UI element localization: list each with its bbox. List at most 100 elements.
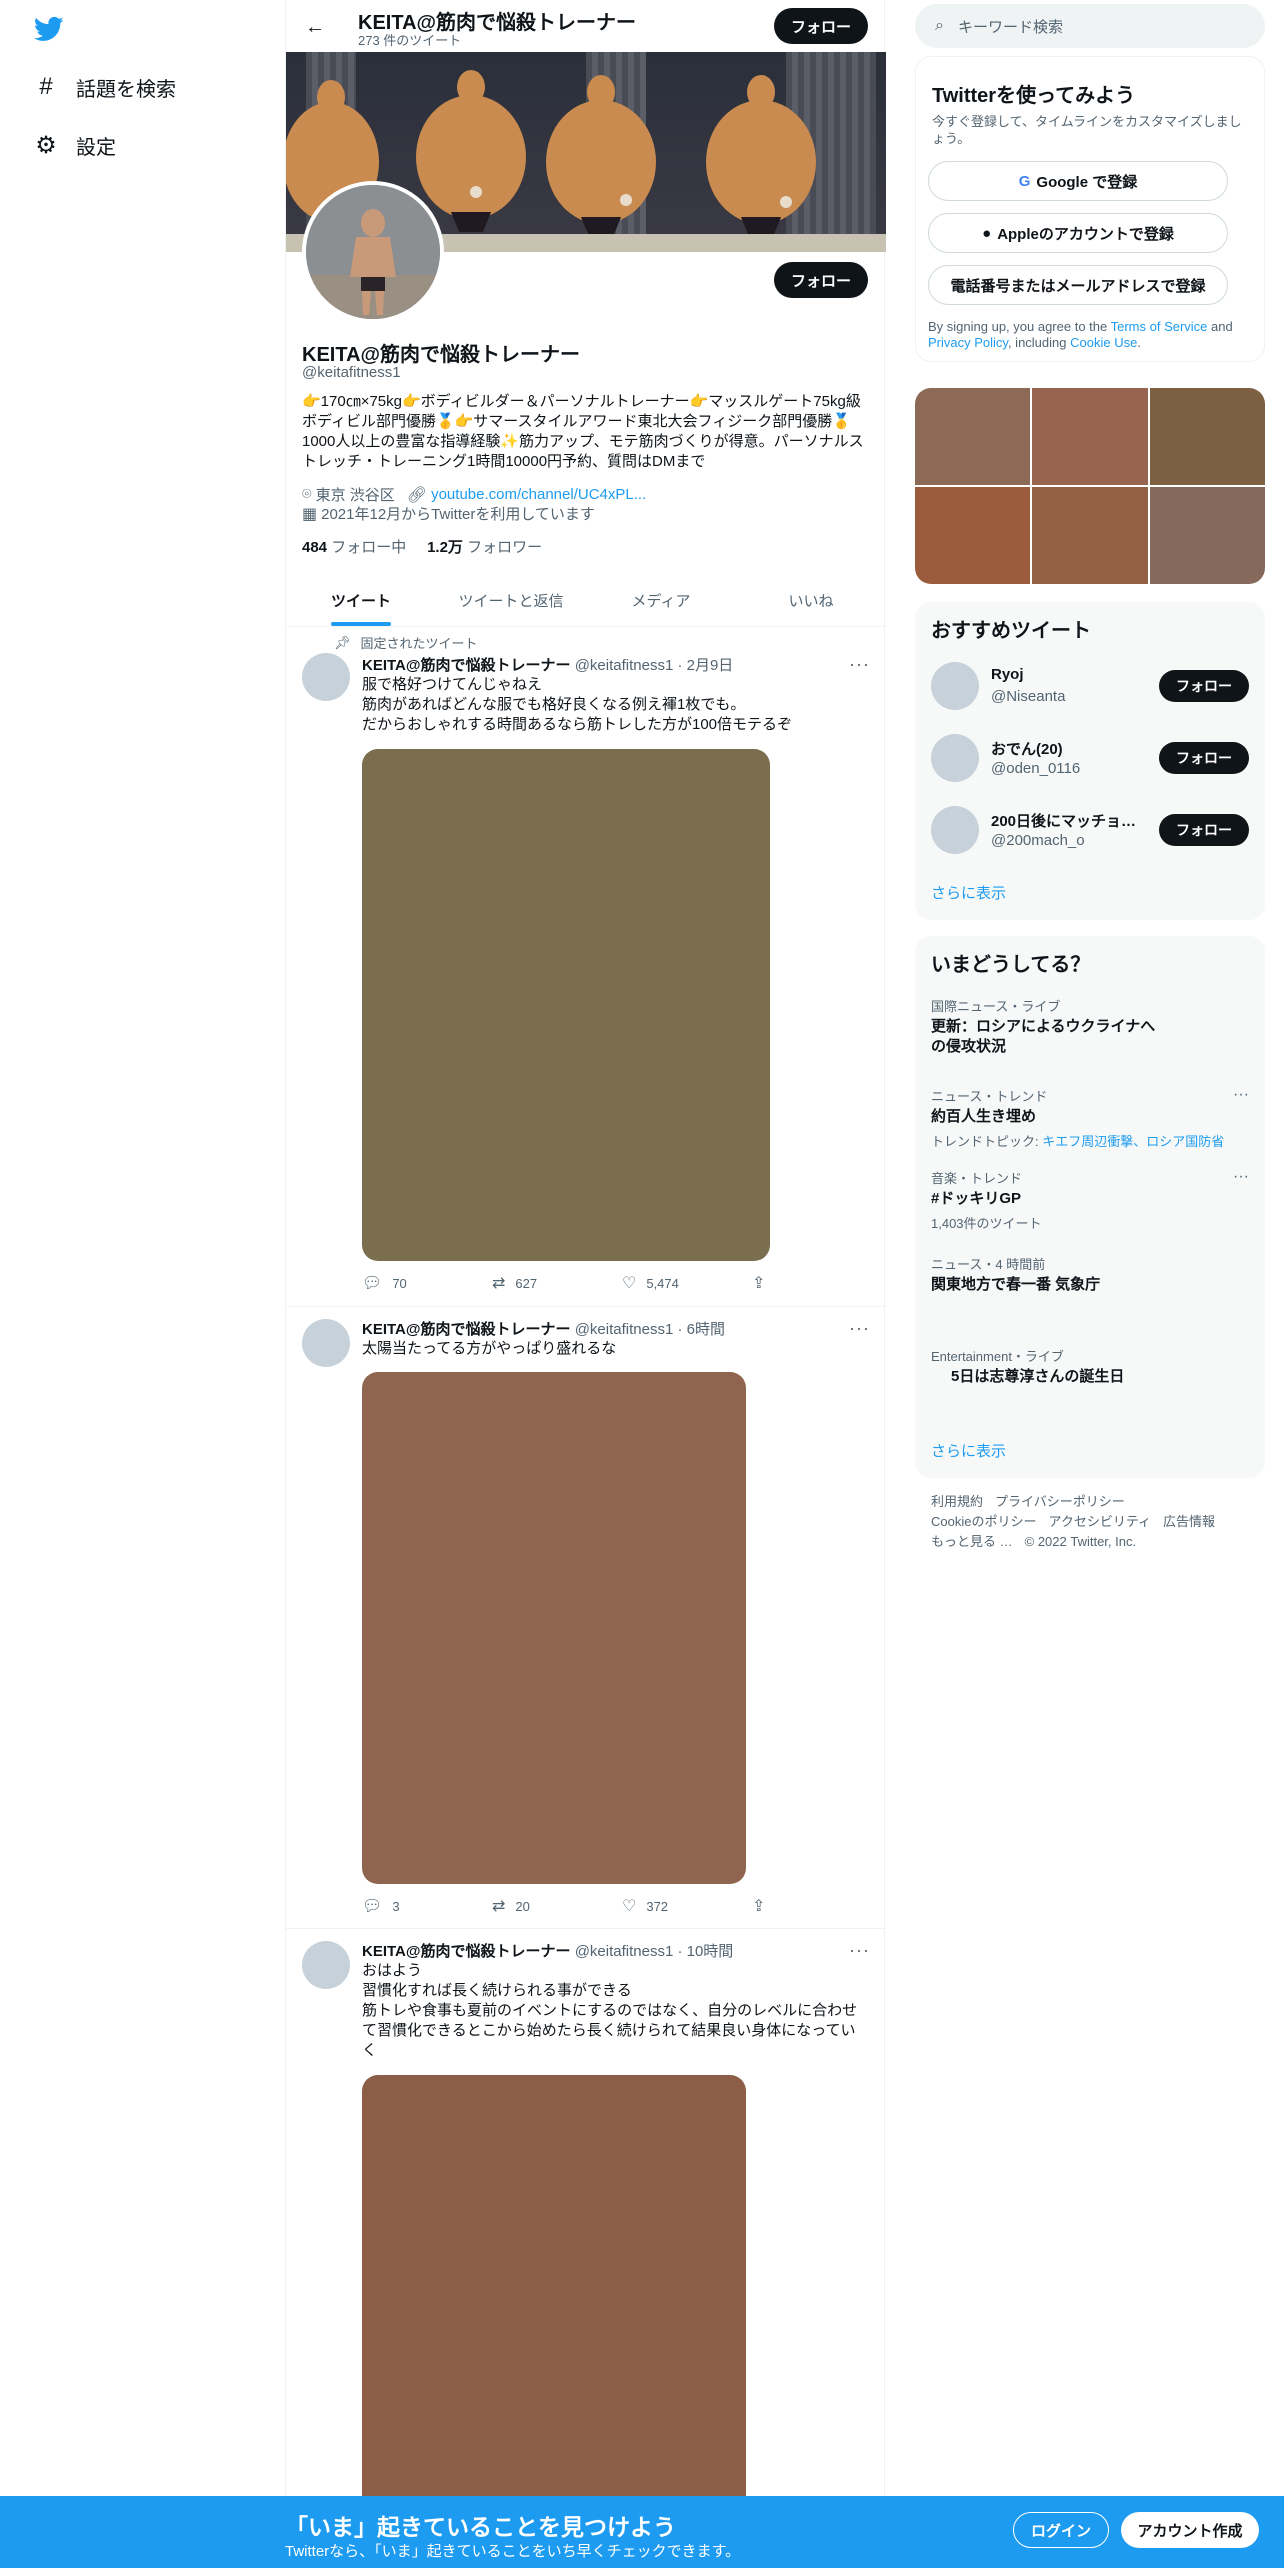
tweet-author[interactable]: KEITA@筋肉で悩殺トレーナー — [362, 1321, 571, 1338]
gear-icon: ⚙ — [35, 131, 57, 159]
create-account-button[interactable]: アカウント作成 — [1121, 2512, 1259, 2548]
nav-explore[interactable]: # 話題を検索 — [32, 67, 176, 107]
pinned-label: 📌︎ 固定されたツイート — [334, 634, 478, 652]
avatar[interactable] — [931, 806, 979, 854]
recommended-user[interactable]: おでん(20) @oden_0116 フォロー — [931, 730, 1249, 786]
retweet-button[interactable]: ⇄ 627 — [492, 1273, 622, 1293]
cookie-link[interactable]: Cookie Use — [1070, 335, 1137, 350]
share-button[interactable]: ⇪ — [752, 1273, 782, 1293]
footer-link[interactable]: 広告情報 — [1163, 1514, 1215, 1529]
recommended-title: おすすめツイート — [931, 620, 1091, 642]
search-input[interactable]: ⌕ キーワード検索 — [915, 4, 1265, 48]
retweet-button[interactable]: ⇄ 20 — [492, 1896, 622, 1916]
tab-likes[interactable]: いいね — [736, 574, 886, 626]
recommended-user[interactable]: Ryoj @Niseanta フォロー — [931, 658, 1249, 714]
share-button[interactable]: ⇪ — [752, 1896, 782, 1916]
more-icon[interactable]: ··· — [849, 1318, 870, 1339]
header-follow-button[interactable]: フォロー — [774, 8, 868, 44]
footer-links: 利用規約 プライバシーポリシー Cookieのポリシー アクセシビリティ 広告情報 も… — [931, 1492, 1261, 1552]
header-tweet-count: 273 件のツイート — [358, 33, 462, 48]
media-thumb[interactable] — [1032, 487, 1148, 584]
more-icon[interactable]: ··· — [1233, 1086, 1249, 1104]
profile-meta-row: ⌾ 東京 渋谷区 🔗︎ youtube.com/channel/UC4xPL..… — [302, 484, 658, 505]
profile-link-text[interactable]: youtube.com/channel/UC4xPL... — [431, 486, 646, 503]
pin-icon: 📌︎ — [334, 634, 351, 650]
trend-item[interactable]: 音楽・トレンド #ドッキリGP 1,403件のツイート ··· — [931, 1168, 1249, 1232]
reply-button[interactable]: 💬︎ 3 — [362, 1896, 492, 1916]
avatar[interactable] — [931, 734, 979, 782]
google-icon: G — [1018, 172, 1031, 190]
reply-button[interactable]: 💬︎ 70 — [362, 1273, 492, 1293]
media-thumb[interactable] — [915, 388, 1031, 485]
tweet-image[interactable] — [362, 1372, 746, 1884]
like-button[interactable]: ♡ 5,474 — [622, 1273, 752, 1293]
media-thumb[interactable] — [915, 487, 1031, 584]
like-button[interactable]: ♡ 372 — [622, 1896, 752, 1916]
following-stat[interactable]: 484 フォロー中 — [302, 539, 406, 556]
profile-name: KEITA@筋肉で悩殺トレーナー — [302, 344, 581, 366]
trend-item[interactable]: ニュース・トレンド 約百人生き埋め トレンドトピック: キエフ周辺衝撃、ロシア国… — [931, 1086, 1249, 1150]
twitter-logo-icon[interactable] — [32, 14, 66, 44]
avatar[interactable] — [931, 662, 979, 710]
follow-button[interactable]: フォロー — [1159, 742, 1249, 774]
phone-signup-button[interactable]: 電話番号またはメールアドレスで登録 — [928, 265, 1228, 305]
followers-stat[interactable]: 1.2万 フォロワー — [427, 539, 542, 556]
tweet-author[interactable]: KEITA@筋肉で悩殺トレーナー — [362, 1943, 571, 1960]
profile-joined: ▦ 2021年12月からTwitterを利用しています — [302, 503, 607, 524]
follow-button[interactable]: フォロー — [1159, 670, 1249, 702]
follow-button[interactable]: フォロー — [1159, 814, 1249, 846]
tweet-avatar[interactable] — [302, 1941, 350, 1989]
media-thumb[interactable] — [1149, 388, 1265, 485]
footer-link[interactable]: もっと見る … — [931, 1534, 1013, 1549]
trends-more-link[interactable]: さらに表示 — [931, 1440, 1006, 1461]
profile-avatar[interactable] — [302, 181, 444, 323]
recommended-user[interactable]: 200日後にマッチョ… @200mach_o フォロー — [931, 802, 1249, 858]
trend-topic-link[interactable]: キエフ周辺衝撃、ロシア国防省 — [1042, 1134, 1224, 1149]
recommended-more-link[interactable]: さらに表示 — [931, 882, 1006, 903]
tweet-avatar[interactable] — [302, 1319, 350, 1367]
apple-signup-button[interactable]: ● Appleのアカウントで登録 — [928, 213, 1228, 253]
tweet-image[interactable] — [362, 2075, 746, 2505]
back-arrow-icon[interactable]: ← — [298, 10, 332, 44]
tweet-item[interactable]: KEITA@筋肉で悩殺トレーナー @keitafitness1 · 6時間 ··… — [286, 1307, 886, 1929]
tab-media[interactable]: メディア — [586, 574, 736, 626]
retweet-icon: ⇄ — [492, 1898, 506, 1915]
trend-item[interactable]: 国際ニュース・ライブ 更新：ロシアによるウクライナへの侵攻状況 — [931, 996, 1249, 1057]
media-thumb[interactable] — [1032, 388, 1148, 485]
tab-tweets[interactable]: ツイート — [286, 574, 436, 626]
left-nav: # 話題を検索 ⚙ 設定 — [0, 0, 285, 2568]
tweet-avatar[interactable] — [302, 653, 350, 701]
tweet-author[interactable]: KEITA@筋肉で悩殺トレーナー — [362, 657, 571, 674]
footer-link[interactable]: アクセシビリティ — [1048, 1514, 1151, 1529]
footer-link[interactable]: プライバシーポリシー — [995, 1494, 1125, 1509]
profile-follow-button[interactable]: フォロー — [774, 262, 868, 298]
followers-count: 1.2万 — [427, 539, 463, 556]
profile-link[interactable]: 🔗︎ youtube.com/channel/UC4xPL... — [407, 485, 646, 505]
tab-tweets-replies[interactable]: ツイートと返信 — [436, 574, 586, 626]
more-icon[interactable]: ··· — [849, 654, 870, 675]
apple-icon: ● — [982, 224, 992, 242]
trend-item[interactable]: Entertainment・ライブ 5日は志尊淳さんの誕生日 — [931, 1346, 1249, 1387]
footer-link[interactable]: Cookieのポリシー — [931, 1514, 1036, 1529]
nav-explore-label: 話題を検索 — [76, 78, 176, 101]
terms-link[interactable]: Terms of Service — [1111, 319, 1208, 334]
privacy-link[interactable]: Privacy Policy — [928, 335, 1008, 350]
tweet-item[interactable]: KEITA@筋肉で悩殺トレーナー @keitafitness1 · 10時間 ·… — [286, 1929, 886, 2505]
media-thumb[interactable] — [1149, 487, 1265, 584]
reply-icon: 💬︎ — [362, 1898, 383, 1915]
profile-header-bar: ← KEITA@筋肉で悩殺トレーナー 273 件のツイート フォロー — [286, 0, 884, 52]
footer-link[interactable]: 利用規約 — [931, 1494, 983, 1509]
more-icon[interactable]: ··· — [1233, 1168, 1249, 1186]
profile-tabs: ツイート ツイートと返信 メディア いいね — [286, 574, 886, 627]
trend-item[interactable]: ニュース・4 時間前 関東地方で春一番 気象庁 — [931, 1254, 1249, 1295]
tweet-image[interactable] — [362, 749, 770, 1261]
search-icon: ⌕ — [935, 17, 944, 34]
tweet-item[interactable]: 📌︎ 固定されたツイート KEITA@筋肉で悩殺トレーナー @keitafitn… — [286, 627, 886, 1307]
signup-banner: 「いま」起きていることを見つけよう Twitterなら、「いま」起きていることを… — [0, 2496, 1284, 2568]
nav-settings[interactable]: ⚙ 設定 — [32, 125, 116, 165]
google-signup-button[interactable]: G Google で登録 — [928, 161, 1228, 201]
hashtag-icon: # — [39, 73, 53, 100]
heart-icon: ♡ — [622, 1898, 637, 1915]
more-icon[interactable]: ··· — [849, 1940, 870, 1961]
login-button[interactable]: ログイン — [1013, 2512, 1109, 2548]
